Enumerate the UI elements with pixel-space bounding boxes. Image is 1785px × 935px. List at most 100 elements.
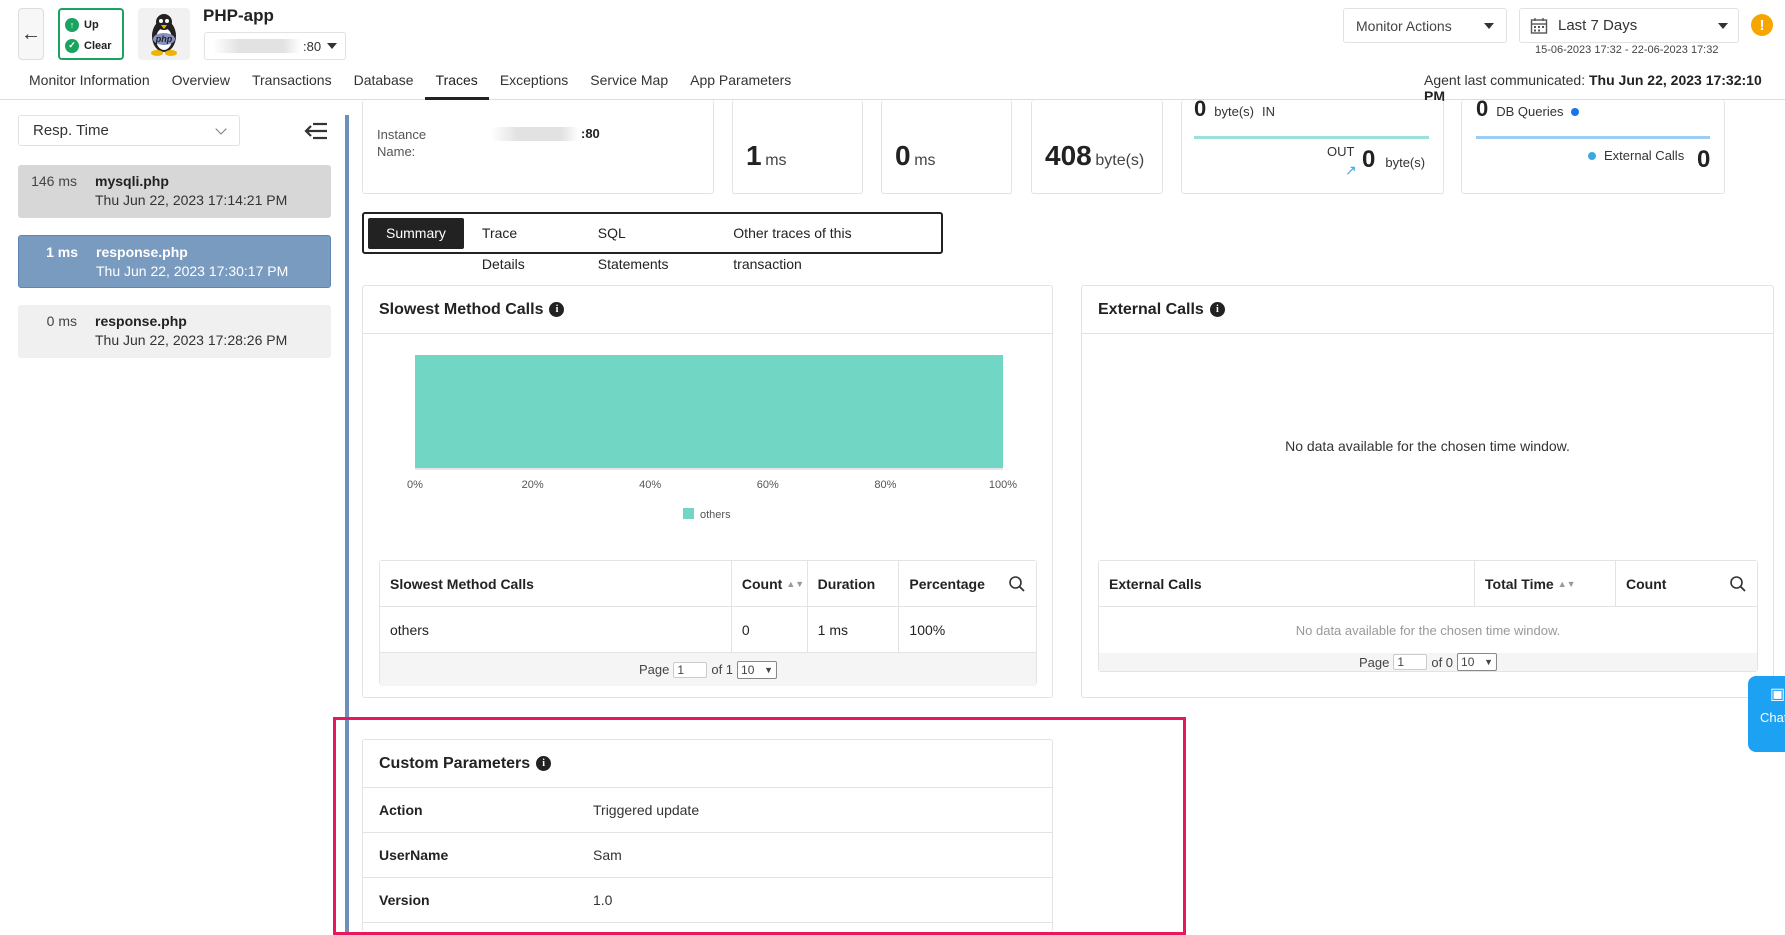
slowest-calls-table: Slowest Method Calls Count ▲▼ Duration Pe… bbox=[379, 560, 1037, 686]
legend-label[interactable]: others bbox=[700, 509, 731, 521]
metric-value: 1 bbox=[746, 140, 762, 171]
tab-app-parameters[interactable]: App Parameters bbox=[679, 72, 802, 100]
trace-subtabs: Summary Trace Details SQL Statements Oth… bbox=[362, 212, 943, 272]
sort-icon[interactable]: ▲▼ bbox=[786, 579, 804, 589]
page-size-value: 10 bbox=[741, 662, 755, 677]
instance-select[interactable]: :80 bbox=[204, 32, 346, 60]
instance-name: :80 bbox=[491, 126, 600, 141]
monitor-actions-dropdown[interactable]: Monitor Actions bbox=[1343, 8, 1507, 43]
col-header-percentage[interactable]: Percentage bbox=[899, 561, 1036, 606]
sort-icon[interactable]: ▲▼ bbox=[1558, 579, 1576, 589]
trace-name: response.php bbox=[96, 244, 188, 260]
sort-select[interactable]: Resp. Time bbox=[18, 115, 240, 146]
back-button[interactable]: ← bbox=[18, 8, 44, 60]
page-input[interactable]: 1 bbox=[1393, 654, 1428, 670]
panel-title: Slowest Method Calls bbox=[379, 300, 544, 318]
sort-label: Resp. Time bbox=[33, 122, 109, 139]
redacted-host bbox=[213, 39, 301, 53]
subtab-sql-statements[interactable]: SQL Statements bbox=[580, 218, 716, 272]
trace-date: Thu Jun 22, 2023 17:14:21 PM bbox=[95, 192, 288, 208]
col-header-count[interactable]: Count bbox=[1616, 561, 1757, 606]
db-queries-card: 0 DB Queries External Calls 0 bbox=[1461, 100, 1725, 194]
status-clear-label: Clear bbox=[84, 39, 112, 52]
col-header-total-time[interactable]: Total Time ▲▼ bbox=[1475, 561, 1616, 606]
tab-database[interactable]: Database bbox=[343, 72, 425, 100]
page-input[interactable]: 1 bbox=[673, 661, 708, 678]
chat-label: Chat bbox=[1760, 710, 1785, 725]
caret-down-icon bbox=[1718, 22, 1728, 29]
agent-label: Agent last communicated: bbox=[1424, 72, 1589, 88]
trace-list-item[interactable]: 0 ms response.php Thu Jun 22, 2023 17:28:… bbox=[18, 305, 331, 358]
external-calls-label: External Calls bbox=[1604, 148, 1685, 163]
redacted-host bbox=[491, 126, 579, 141]
period-label: Last 7 Days bbox=[1558, 17, 1638, 34]
search-icon[interactable] bbox=[1008, 575, 1026, 593]
table-header-row: Slowest Method Calls Count ▲▼ Duration Pe… bbox=[380, 561, 1036, 607]
custom-param-row: Action Triggered update bbox=[363, 788, 1052, 833]
in-label: IN bbox=[1261, 104, 1275, 119]
warning-icon[interactable]: ! bbox=[1751, 14, 1773, 36]
bar-others[interactable] bbox=[415, 355, 1003, 468]
info-icon[interactable]: i bbox=[536, 756, 552, 771]
out-unit: byte(s) bbox=[1385, 155, 1426, 170]
col-header-count[interactable]: Count ▲▼ bbox=[732, 561, 808, 606]
caret-down-icon bbox=[1484, 22, 1494, 29]
col-header-method[interactable]: Slowest Method Calls bbox=[380, 561, 732, 606]
trace-date: Thu Jun 22, 2023 17:30:17 PM bbox=[96, 263, 289, 279]
chevron-down-icon: ▼ bbox=[1484, 657, 1494, 667]
app-title: PHP-app bbox=[203, 6, 274, 25]
chevron-down-icon: ▼ bbox=[764, 664, 774, 675]
instance-port: :80 bbox=[303, 38, 322, 54]
network-card: 0 byte(s) IN OUT ↗ 0 byte(s) bbox=[1181, 100, 1444, 194]
subtab-summary[interactable]: Summary bbox=[368, 217, 464, 249]
php-linux-logo: php bbox=[138, 8, 190, 60]
trace-name: response.php bbox=[95, 313, 187, 329]
metric-unit: byte(s) bbox=[1095, 152, 1145, 169]
col-header-duration[interactable]: Duration bbox=[808, 561, 900, 606]
subtab-other-traces[interactable]: Other traces of this transaction bbox=[715, 218, 937, 272]
metric-card-time: 0 ms bbox=[881, 100, 1012, 194]
tab-monitor-information[interactable]: Monitor Information bbox=[18, 72, 161, 100]
trace-list-item[interactable]: 146 ms mysqli.php Thu Jun 22, 2023 17:14:… bbox=[18, 165, 331, 218]
metric-card-size: 408 byte(s) bbox=[1031, 100, 1163, 194]
custom-parameters-panel: Custom Parameters i Action Triggered updat… bbox=[362, 739, 1053, 932]
search-icon[interactable] bbox=[1729, 575, 1747, 593]
legend-swatch[interactable] bbox=[683, 508, 694, 519]
trace-date: Thu Jun 22, 2023 17:28:26 PM bbox=[95, 332, 288, 348]
tab-transactions[interactable]: Transactions bbox=[241, 72, 343, 100]
subtab-trace-details[interactable]: Trace Details bbox=[464, 218, 580, 272]
date-range: 15-06-2023 17:32 - 22-06-2023 17:32 bbox=[1535, 44, 1719, 56]
cell-count: 0 bbox=[732, 607, 808, 652]
top-bar: ← ↑ Up ✓ Clear php PHP-app :80 Monitor Act… bbox=[0, 0, 1785, 104]
panel-header: Custom Parameters i bbox=[363, 740, 1052, 788]
info-icon[interactable]: i bbox=[549, 302, 565, 317]
tab-traces[interactable]: Traces bbox=[424, 72, 489, 100]
col-header-external-calls[interactable]: External Calls bbox=[1099, 561, 1475, 606]
page-of-label: of 0 bbox=[1431, 654, 1454, 670]
trace-list-item-selected[interactable]: 1 ms response.php Thu Jun 22, 2023 17:30:… bbox=[18, 235, 331, 288]
param-key: UserName bbox=[379, 847, 449, 863]
page-size-select[interactable]: 10 ▼ bbox=[737, 660, 778, 679]
collapse-sidebar-icon[interactable] bbox=[303, 120, 329, 142]
cell-duration: 1 ms bbox=[808, 607, 900, 652]
tab-service-map[interactable]: Service Map bbox=[579, 72, 679, 100]
external-calls-value: 0 bbox=[1697, 146, 1711, 173]
page-label: Page bbox=[638, 662, 670, 677]
page-size-select[interactable]: 10 ▼ bbox=[1457, 653, 1498, 671]
db-queries-label: DB Queries bbox=[1496, 104, 1564, 119]
info-icon[interactable]: i bbox=[1209, 302, 1225, 317]
in-unit: byte(s) bbox=[1214, 104, 1254, 119]
panel-header: External Calls i bbox=[1082, 286, 1773, 334]
in-progress-bar bbox=[1194, 136, 1429, 139]
x-tick-label: 20% bbox=[522, 479, 544, 491]
tab-overview[interactable]: Overview bbox=[161, 72, 241, 100]
chat-button[interactable]: ▣ Chat bbox=[1748, 676, 1785, 752]
panel-title: External Calls bbox=[1098, 300, 1204, 318]
pagination: Page 1 of 1 10 ▼ bbox=[380, 653, 1036, 686]
period-dropdown[interactable]: Last 7 Days bbox=[1519, 8, 1739, 43]
custom-param-row: UserName Sam bbox=[363, 833, 1052, 878]
tab-exceptions[interactable]: Exceptions bbox=[489, 72, 579, 100]
cell-percentage: 100% bbox=[909, 621, 946, 638]
out-value: 0 bbox=[1362, 146, 1376, 173]
page-label: Page bbox=[1358, 654, 1390, 670]
